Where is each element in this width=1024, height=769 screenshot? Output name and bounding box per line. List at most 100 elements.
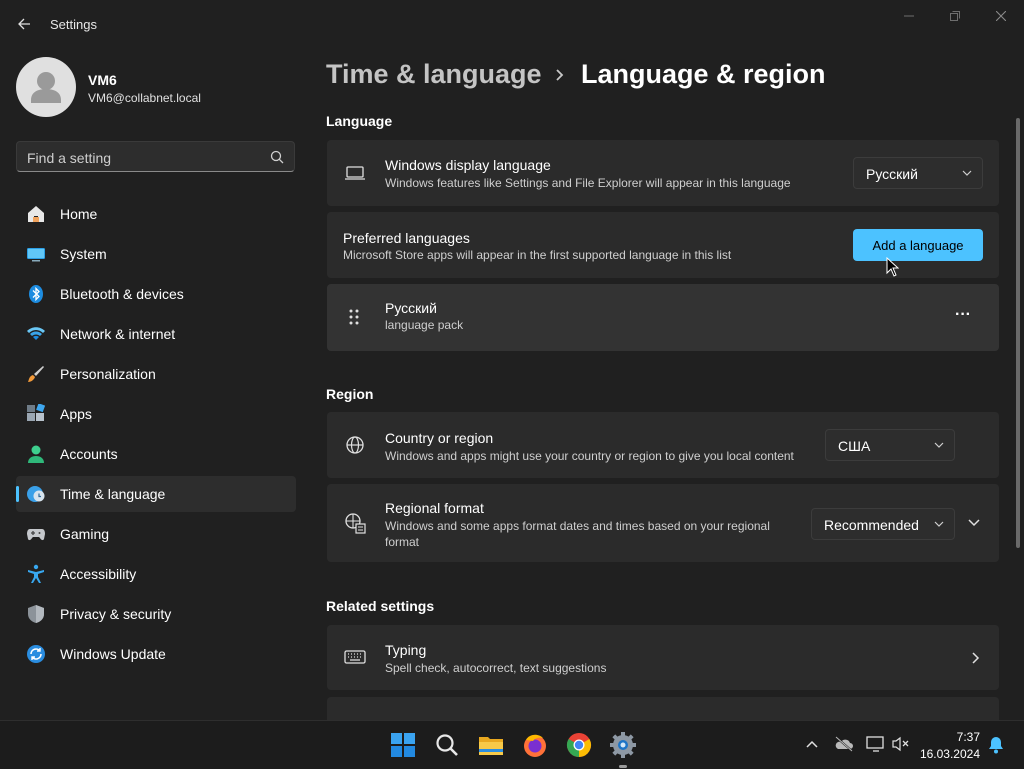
typing-title: Typing bbox=[385, 642, 427, 658]
chevron-up-icon[interactable] bbox=[805, 738, 819, 750]
search-input[interactable]: Find a setting bbox=[16, 141, 295, 172]
sidebar-item-privacy[interactable]: Privacy & security bbox=[16, 596, 296, 632]
system-icon bbox=[27, 248, 45, 262]
search-icon[interactable] bbox=[433, 731, 461, 759]
sidebar-item-accounts[interactable]: Accounts bbox=[16, 436, 296, 472]
notification-bell-icon[interactable] bbox=[988, 736, 1004, 754]
search-placeholder: Find a setting bbox=[27, 150, 112, 166]
section-title-related: Related settings bbox=[326, 598, 435, 614]
sidebar-item-personalization[interactable]: Personalization bbox=[16, 356, 296, 392]
preferred-languages-subtitle: Microsoft Store apps will appear in the … bbox=[343, 248, 732, 262]
sidebar-item-accessibility[interactable]: Accessibility bbox=[16, 556, 296, 592]
sidebar-item-label: Home bbox=[60, 206, 98, 222]
onedrive-icon[interactable] bbox=[834, 735, 854, 753]
breadcrumb-parent[interactable]: Time & language bbox=[326, 59, 542, 90]
more-options-button[interactable]: ··· bbox=[947, 304, 979, 330]
typing-card[interactable]: Typing Spell check, autocorrect, text su… bbox=[327, 625, 999, 690]
volume-muted-icon[interactable] bbox=[891, 735, 911, 753]
chevron-right-icon bbox=[556, 69, 564, 81]
file-explorer-icon[interactable] bbox=[477, 731, 505, 759]
active-indicator bbox=[16, 486, 19, 502]
country-region-subtitle: Windows and apps might use your country … bbox=[385, 449, 794, 463]
language-name: Русский bbox=[385, 300, 437, 316]
sidebar-item-apps[interactable]: Apps bbox=[16, 396, 296, 432]
mouse-cursor-icon bbox=[886, 257, 899, 277]
drag-handle-icon[interactable] bbox=[348, 308, 360, 326]
chevron-down-icon bbox=[934, 442, 944, 448]
user-name: VM6 bbox=[88, 72, 117, 88]
windows-start-icon[interactable] bbox=[389, 731, 417, 759]
regional-format-icon bbox=[345, 513, 366, 534]
sidebar-item-windows-update[interactable]: Windows Update bbox=[16, 636, 296, 672]
user-icon bbox=[31, 72, 61, 103]
brush-icon bbox=[28, 366, 44, 382]
sidebar-item-network[interactable]: Network & internet bbox=[16, 316, 296, 352]
update-icon bbox=[27, 645, 45, 663]
section-title-language: Language bbox=[326, 113, 393, 129]
user-email: VM6@collabnet.local bbox=[88, 91, 201, 105]
sidebar-item-home[interactable]: Home bbox=[16, 196, 296, 232]
sidebar-item-time-language[interactable]: Time & language bbox=[16, 476, 296, 512]
section-title-region: Region bbox=[326, 386, 374, 402]
apps-icon bbox=[27, 404, 46, 421]
sidebar-item-bluetooth[interactable]: Bluetooth & devices bbox=[16, 276, 296, 312]
restore-icon bbox=[950, 11, 960, 21]
close-button[interactable] bbox=[978, 0, 1024, 32]
display-language-subtitle: Windows features like Settings and File … bbox=[385, 176, 791, 190]
sidebar-item-gaming[interactable]: Gaming bbox=[16, 516, 296, 552]
scrollbar[interactable] bbox=[1016, 118, 1020, 548]
country-region-dropdown[interactable]: США bbox=[825, 429, 955, 461]
regional-format-title: Regional format bbox=[385, 500, 484, 516]
chevron-right-icon bbox=[972, 652, 980, 664]
avatar[interactable] bbox=[16, 57, 76, 117]
sidebar-item-label: Apps bbox=[60, 406, 92, 422]
regional-format-value: Recommended bbox=[824, 517, 919, 533]
sidebar-item-label: Bluetooth & devices bbox=[60, 286, 184, 302]
taskbar: 7:37 16.03.2024 bbox=[0, 720, 1024, 769]
firefox-icon[interactable] bbox=[521, 731, 549, 759]
laptop-icon bbox=[345, 166, 365, 180]
sidebar-item-label: Personalization bbox=[60, 366, 156, 382]
sidebar-item-label: System bbox=[60, 246, 107, 262]
sidebar-item-label: Time & language bbox=[60, 486, 166, 502]
sidebar-item-label: Accessibility bbox=[60, 566, 137, 582]
accounts-icon bbox=[28, 445, 44, 463]
display-language-dropdown[interactable]: Русский bbox=[853, 157, 983, 189]
minimize-button[interactable] bbox=[886, 0, 932, 32]
regional-format-subtitle-line1: Windows and some apps format dates and t… bbox=[385, 519, 770, 533]
network-icon[interactable] bbox=[866, 735, 886, 753]
expand-chevron-icon[interactable] bbox=[967, 517, 981, 529]
accessibility-icon bbox=[28, 564, 44, 583]
display-language-value: Русский bbox=[866, 166, 918, 182]
regional-format-card[interactable]: Regional format Windows and some apps fo… bbox=[327, 484, 999, 562]
clock-date[interactable]: 16.03.2024 bbox=[920, 747, 980, 761]
back-arrow-icon bbox=[18, 18, 30, 30]
sidebar-item-label: Network & internet bbox=[60, 326, 176, 342]
add-language-button[interactable]: Add a language bbox=[853, 229, 983, 261]
sidebar-item-system[interactable]: System bbox=[16, 236, 296, 272]
regional-format-subtitle-line2: format bbox=[385, 535, 420, 549]
language-detail: language pack bbox=[385, 318, 464, 332]
settings-icon[interactable] bbox=[609, 731, 637, 759]
page-title: Language & region bbox=[581, 59, 826, 89]
language-list-item[interactable]: Русский language pack ··· bbox=[327, 284, 999, 351]
chevron-down-icon bbox=[934, 521, 944, 527]
regional-format-dropdown[interactable]: Recommended bbox=[811, 508, 955, 540]
app-title: Settings bbox=[50, 17, 97, 32]
clock-time[interactable]: 7:37 bbox=[957, 730, 980, 744]
country-region-value: США bbox=[838, 438, 871, 454]
wifi-icon bbox=[27, 327, 45, 340]
typing-subtitle: Spell check, autocorrect, text suggestio… bbox=[385, 661, 607, 675]
globe-icon bbox=[346, 436, 364, 454]
country-region-card: Country or region Windows and apps might… bbox=[327, 412, 999, 478]
gamepad-icon bbox=[27, 529, 45, 541]
preferred-languages-title: Preferred languages bbox=[343, 230, 470, 246]
restore-button[interactable] bbox=[932, 0, 978, 32]
bluetooth-icon bbox=[29, 285, 43, 303]
next-related-card[interactable] bbox=[327, 697, 999, 720]
sidebar-item-label: Privacy & security bbox=[60, 606, 172, 622]
chrome-icon[interactable] bbox=[565, 731, 593, 759]
back-button[interactable] bbox=[10, 10, 38, 38]
search-icon bbox=[270, 150, 284, 164]
minimize-icon bbox=[904, 15, 914, 17]
